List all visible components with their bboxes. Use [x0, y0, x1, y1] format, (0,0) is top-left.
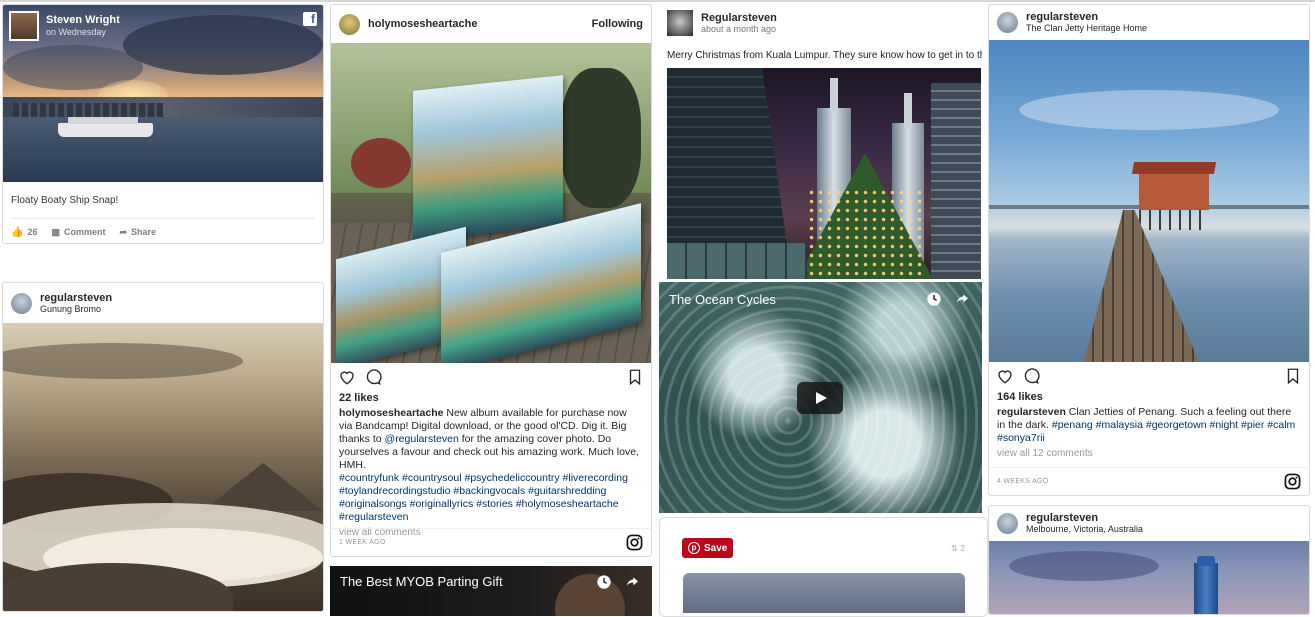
comment-label: Comment	[63, 227, 106, 237]
username[interactable]: regularsteven	[1026, 512, 1143, 524]
username[interactable]: regularsteven	[1026, 11, 1147, 23]
facebook-icon[interactable]: f	[303, 12, 317, 26]
like-count[interactable]: 22 likes	[331, 391, 651, 405]
pinterest-icon: p	[688, 542, 700, 554]
post-footer: 4 WEEKS AGO	[989, 467, 1309, 495]
video-title[interactable]: The Best MYOB Parting Gift	[340, 574, 503, 589]
instagram-album-post-card: holymosesheartache Following 22 likes ho…	[330, 4, 652, 557]
share-icon: ➦	[119, 226, 128, 237]
location[interactable]: Melbourne, Victoria, Australia	[1026, 524, 1143, 535]
bookmark-icon[interactable]	[1284, 367, 1302, 385]
post-caption: regularsteven Clan Jetties of Penang. Su…	[989, 404, 1309, 445]
username[interactable]: regularsteven	[40, 292, 112, 304]
share-label: Share	[131, 227, 157, 237]
post-caption: holymosesheartache New album available f…	[331, 405, 651, 524]
instagram-icon[interactable]	[626, 534, 643, 551]
like-count[interactable]: 164 likes	[989, 390, 1309, 404]
post-time: about a month ago	[701, 23, 777, 34]
post-text: Merry Christmas from Kuala Lumpur. They …	[667, 50, 982, 61]
location[interactable]: Gunung Bromo	[40, 304, 112, 315]
share-button[interactable]: ➦ Share	[120, 227, 157, 238]
user-avatar[interactable]	[11, 292, 32, 314]
save-label: Save	[704, 542, 728, 554]
pinterest-card: p Save ⇅ 2	[659, 517, 988, 617]
instagram-icon[interactable]	[1284, 473, 1301, 490]
facebook-post-card: Steven Wright on Wednesday f Floaty Boat…	[2, 4, 324, 244]
comment-button[interactable]: ▩ Comment	[51, 227, 105, 238]
author-avatar[interactable]	[667, 10, 693, 36]
post-time: on Wednesday	[46, 27, 106, 37]
video-thumbnail[interactable]: The Ocean Cycles	[659, 282, 982, 513]
author-name[interactable]: Steven Wright	[46, 14, 120, 27]
play-icon	[816, 392, 827, 404]
pin-count: 2	[960, 543, 965, 553]
location[interactable]: The Clan Jetty Heritage Home	[1026, 23, 1147, 34]
view-all-comments-link[interactable]: view all 12 comments	[989, 445, 1309, 461]
thumbs-up-icon: 👍	[11, 226, 24, 238]
caption-username[interactable]: regularsteven	[997, 406, 1066, 418]
user-avatar[interactable]	[339, 13, 360, 35]
post-footer: 1 WEEK AGO	[331, 528, 651, 556]
pin-icon: ⇅	[950, 543, 958, 553]
bromo-photo[interactable]	[3, 323, 323, 611]
comment-icon[interactable]	[364, 368, 382, 386]
comment-icon[interactable]	[1022, 367, 1040, 385]
instagram-post-card: regularsteven Gunung Bromo	[2, 282, 324, 612]
play-button[interactable]	[797, 382, 843, 414]
video-thumbnail[interactable]: The Best MYOB Parting Gift	[330, 566, 652, 616]
instagram-jetty-post-card: regularsteven The Clan Jetty Heritage Ho…	[988, 4, 1310, 496]
hashtags[interactable]: #countryfunk #countrysoul #psychedelicco…	[339, 472, 643, 524]
author-avatar[interactable]	[9, 11, 39, 41]
like-count: 26	[27, 227, 38, 237]
melbourne-photo[interactable]	[989, 541, 1309, 614]
user-avatar[interactable]	[997, 513, 1018, 534]
caption-username[interactable]: holymosesheartache	[339, 407, 443, 419]
jetty-photo[interactable]	[989, 40, 1309, 362]
ship-photo[interactable]: Steven Wright on Wednesday f	[3, 5, 323, 182]
gplus-post-card: Regularsteven about a month ago Merry Ch…	[659, 4, 982, 279]
author-name[interactable]: Regularsteven	[701, 12, 777, 24]
following-button[interactable]: Following	[592, 18, 643, 30]
clock-icon[interactable]	[926, 291, 942, 307]
comment-icon: ▩	[51, 226, 60, 237]
pin-image[interactable]	[683, 573, 965, 613]
heart-icon[interactable]	[338, 368, 356, 386]
mention-link[interactable]: @regularsteven	[385, 433, 459, 445]
share-arrow-icon[interactable]	[954, 291, 970, 307]
heart-icon[interactable]	[996, 367, 1014, 385]
video-title[interactable]: The Ocean Cycles	[669, 292, 776, 307]
clock-icon[interactable]	[596, 574, 612, 590]
myob-video-card: The Best MYOB Parting Gift	[330, 566, 652, 616]
album-photo[interactable]	[331, 43, 651, 363]
top-divider	[0, 0, 1315, 2]
pinterest-save-button[interactable]: p Save	[682, 538, 734, 558]
post-age: 1 WEEK AGO	[339, 539, 386, 546]
share-arrow-icon[interactable]	[624, 574, 640, 590]
post-caption: Floaty Boaty Ship Snap!	[11, 195, 119, 206]
user-avatar[interactable]	[997, 12, 1018, 33]
petronas-photo[interactable]	[667, 68, 981, 279]
username[interactable]: holymosesheartache	[368, 18, 592, 30]
ocean-video-card: The Ocean Cycles	[659, 282, 982, 513]
post-age: 4 WEEKS AGO	[997, 478, 1049, 485]
bookmark-icon[interactable]	[626, 368, 644, 386]
like-button[interactable]: 👍 26	[11, 227, 37, 238]
